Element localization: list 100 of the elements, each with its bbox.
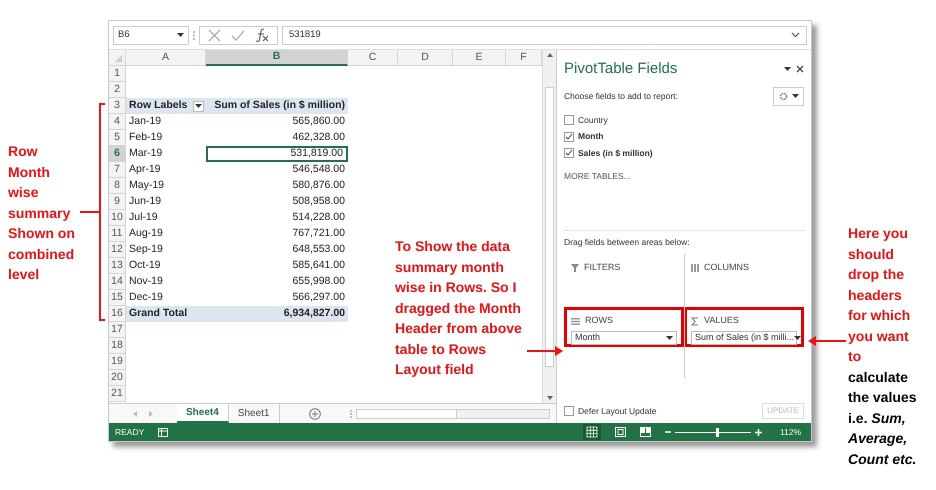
table-cell-text: 580,876.00 (291, 178, 346, 194)
checkbox[interactable] (564, 114, 574, 125)
field-dropdown[interactable]: Month (571, 330, 677, 345)
drag-handle-icon (193, 30, 195, 40)
row-number: 7 (109, 162, 126, 178)
row-number: 21 (109, 386, 126, 402)
area-label: COLUMNS (704, 261, 750, 274)
defer-label: Defer Layout Update (578, 404, 656, 418)
area-label: ROWS (585, 314, 613, 328)
filter-dropdown-button[interactable] (193, 100, 204, 112)
checkbox[interactable] (564, 132, 574, 142)
field-label: Month (578, 130, 604, 143)
sigma-icon (691, 316, 699, 326)
area-label: FILTERS (584, 261, 620, 274)
table-cell: Grand Total (126, 306, 206, 322)
area-label: VALUES (704, 314, 739, 328)
field-label: Sales (in $ million) (578, 147, 653, 160)
zoom-level: 112% (780, 426, 801, 438)
column-header[interactable]: F (506, 50, 542, 66)
checkbox[interactable] (564, 406, 574, 416)
annotation-text: Here you should drop the headers for which you want to (848, 224, 912, 366)
column-header[interactable]: E (453, 50, 506, 66)
filter-icon (571, 264, 579, 272)
table-cell-text: 462,328.00 (291, 130, 346, 146)
normal-view-icon[interactable] (582, 424, 601, 440)
arrow-drawing (808, 336, 846, 346)
check-icon[interactable] (231, 30, 245, 40)
checkbox[interactable] (564, 148, 574, 158)
column-header[interactable]: B (206, 50, 348, 66)
table-cell-text: Jan-19 (128, 114, 162, 130)
formula-input[interactable]: 531819 (282, 26, 807, 44)
column-header[interactable]: C (348, 50, 398, 66)
page-layout-icon[interactable] (614, 427, 626, 437)
annotation-text: Row Month wise summary Shown on combined level (8, 142, 76, 284)
field-label: Country (578, 114, 608, 126)
row-number: 13 (109, 258, 126, 274)
expand-icon[interactable] (791, 32, 800, 38)
add-sheet-icon[interactable] (308, 408, 320, 420)
row-number: 4 (109, 114, 126, 130)
settings-icon (778, 92, 788, 100)
table-cell-text: Oct-19 (128, 258, 162, 274)
columns-icon (691, 264, 699, 272)
annotation-text: calculate the values i.e. Sum, Average, Count etc. (848, 368, 918, 468)
row-number: 5 (109, 130, 126, 146)
table-cell: 6,934,827.00 (206, 306, 348, 322)
arrow-drawing (527, 346, 563, 356)
name-box[interactable]: B6 (113, 26, 189, 44)
pane-options-icon (784, 67, 791, 72)
vertical-scrollbar[interactable] (542, 50, 556, 403)
row-number: 10 (109, 210, 126, 226)
table-cell-text: Mar-19 (128, 146, 164, 162)
table-cell-text: Apr-19 (128, 162, 162, 178)
macro-record-icon[interactable] (158, 428, 168, 436)
row-number: 1 (109, 66, 126, 82)
table-cell-text: 565,860.00 (291, 114, 346, 130)
horizontal-scrollbar[interactable] (356, 408, 550, 418)
row-number: 6 (109, 146, 126, 162)
table-cell-text: Feb-19 (128, 130, 164, 146)
table-cell-text: 546,548.00 (291, 162, 346, 178)
table-cell-text: 585,641.00 (291, 258, 346, 274)
row-number: 17 (109, 322, 126, 338)
page-break-icon[interactable] (640, 427, 651, 437)
table-cell: Sum of Sales (in $ million) (206, 98, 348, 114)
sheet-tab[interactable]: Sheet4 (177, 404, 229, 423)
row-number: 14 (109, 274, 126, 290)
close-icon[interactable] (796, 65, 804, 74)
table-cell-text: 514,228.00 (291, 210, 346, 226)
caret-icon (666, 336, 673, 340)
status-mode: READY (115, 426, 144, 438)
settings-button[interactable] (773, 86, 804, 106)
scroll-up-icon[interactable] (546, 53, 552, 57)
row-number: 15 (109, 290, 126, 306)
table-cell: 531,819.00 (206, 146, 348, 162)
table-cell-text: May-19 (128, 178, 166, 194)
function-icon[interactable] (255, 28, 269, 42)
zoom-in-icon[interactable] (754, 428, 762, 436)
caret-icon (792, 94, 798, 98)
caret-icon (177, 33, 184, 37)
column-header[interactable]: D (398, 50, 453, 66)
drag-handle-icon (350, 410, 352, 418)
scroll-down-icon[interactable] (546, 396, 552, 400)
row-number: 19 (109, 354, 126, 370)
table-cell-text: Jul-19 (128, 210, 159, 226)
table-cell-text: Dec-19 (128, 290, 164, 306)
row-number: 20 (109, 370, 126, 386)
zoom-slider-thumb[interactable] (716, 428, 719, 436)
leader-line (80, 211, 99, 213)
caret-icon (794, 336, 802, 340)
table-cell-text: Jun-19 (128, 194, 162, 210)
table-cell-text: Aug-19 (128, 226, 164, 242)
row-number: 12 (109, 242, 126, 258)
table-cell-text: 508,958.00 (291, 194, 346, 210)
table-cell-text: 648,553.00 (291, 242, 346, 258)
annotation-text: To Show the data summary month wise in Rows. So I dragged the Month Header from above table to Rows Layout field (395, 237, 523, 379)
table-cell-text: Sep-19 (128, 242, 164, 258)
pane-title: PivotTable Fields (564, 59, 678, 79)
column-header[interactable]: A (126, 50, 206, 66)
more-tables-link[interactable]: MORE TABLES... (564, 170, 804, 182)
caret-icon (195, 104, 202, 108)
table-cell-text: 655,998.00 (291, 274, 346, 290)
